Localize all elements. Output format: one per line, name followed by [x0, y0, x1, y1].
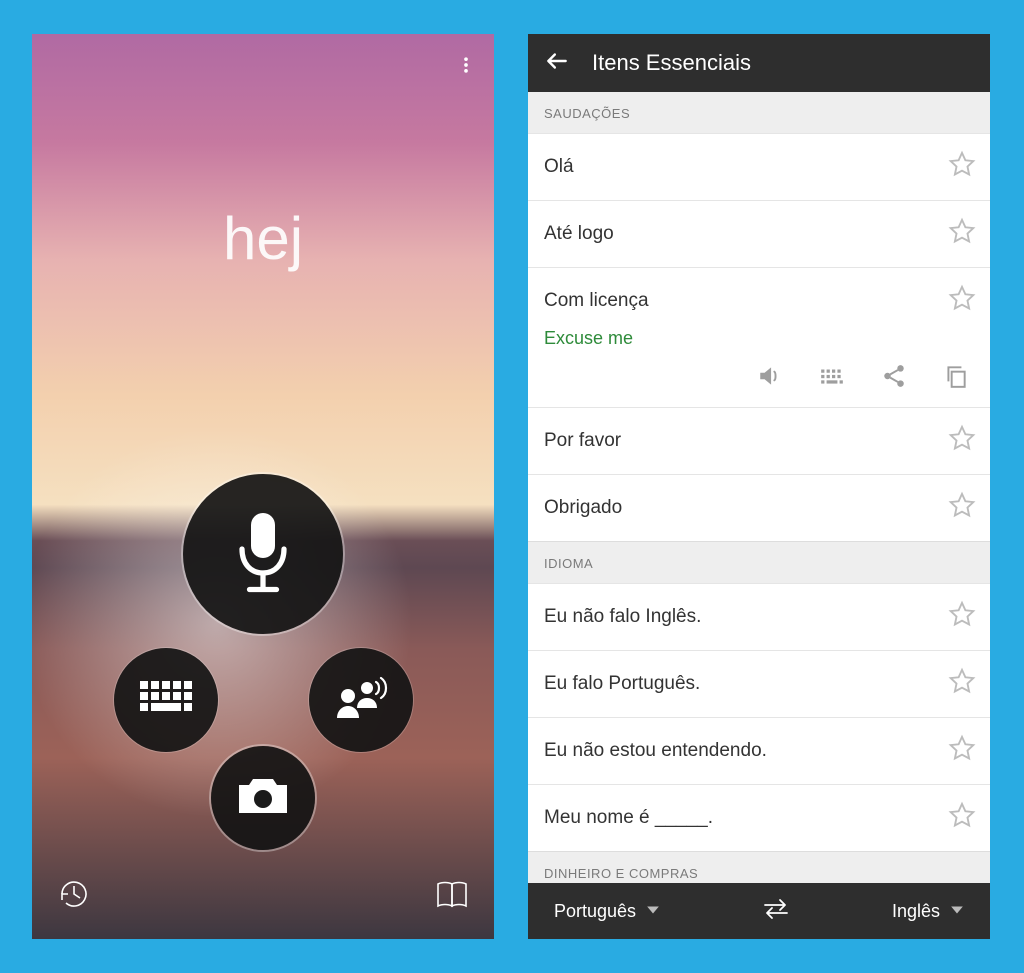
star-icon [948, 436, 976, 457]
language-to-selector[interactable]: Inglês [884, 895, 972, 928]
phrase-row[interactable]: Eu não falo Inglês. [528, 583, 990, 650]
favorite-button[interactable] [948, 284, 976, 318]
phrase-text: Eu não falo Inglês. [544, 606, 701, 628]
phrasebook-body[interactable]: SAUDAÇÕES Olá Até logo Com licença Excus… [528, 92, 990, 883]
phrase-row-expanded[interactable]: Com licença Excuse me [528, 267, 990, 407]
swap-languages-button[interactable] [761, 897, 791, 926]
share-button[interactable] [880, 365, 908, 393]
star-icon [948, 162, 976, 183]
keyboard-action-button[interactable] [818, 365, 846, 393]
chevron-down-icon [950, 901, 964, 922]
speaker-icon [757, 363, 783, 395]
arrow-left-icon [544, 61, 570, 78]
copy-button[interactable] [942, 365, 970, 393]
favorite-button[interactable] [948, 734, 976, 768]
more-vertical-icon [456, 67, 476, 84]
phrase-text: Olá [544, 156, 574, 178]
share-icon [881, 363, 907, 395]
people-talking-icon [331, 674, 391, 727]
star-icon [948, 746, 976, 767]
favorite-button[interactable] [948, 491, 976, 525]
phrasebook-header: Itens Essenciais [528, 34, 990, 92]
microphone-icon [226, 507, 300, 602]
microphone-button[interactable] [183, 474, 343, 634]
star-icon [948, 813, 976, 834]
translator-home-screen: hej [32, 34, 494, 939]
star-icon [948, 503, 976, 524]
phrase-text: Obrigado [544, 497, 622, 519]
star-icon [948, 296, 976, 317]
phrase-actions [544, 355, 976, 407]
section-header-money: DINHEIRO E COMPRAS [528, 851, 990, 883]
favorite-button[interactable] [948, 424, 976, 458]
copy-icon [943, 363, 969, 395]
keyboard-button[interactable] [114, 648, 218, 752]
star-icon [948, 612, 976, 633]
phrase-row[interactable]: Até logo [528, 200, 990, 267]
phrase-text: Até logo [544, 223, 614, 245]
swap-icon [761, 908, 791, 925]
language-to-label: Inglês [892, 901, 940, 922]
page-title: Itens Essenciais [592, 50, 751, 76]
phrase-row[interactable]: Meu nome é _____. [528, 784, 990, 851]
star-icon [948, 229, 976, 250]
phrase-row[interactable]: Olá [528, 133, 990, 200]
favorite-button[interactable] [948, 217, 976, 251]
chevron-down-icon [646, 901, 660, 922]
phrasebook-button[interactable] [432, 874, 472, 919]
history-icon [54, 901, 94, 918]
language-from-label: Português [554, 901, 636, 922]
speak-button[interactable] [756, 365, 784, 393]
phrase-text: Eu falo Português. [544, 673, 700, 695]
favorite-button[interactable] [948, 667, 976, 701]
favorite-button[interactable] [948, 801, 976, 835]
phrase-text: Meu nome é _____. [544, 807, 713, 829]
section-header-language: IDIOMA [528, 541, 990, 583]
phrase-row[interactable]: Por favor [528, 407, 990, 474]
history-button[interactable] [54, 874, 94, 919]
phrase-row[interactable]: Eu não estou entendendo. [528, 717, 990, 784]
phrasebook-screen: Itens Essenciais SAUDAÇÕES Olá Até logo … [528, 34, 990, 939]
favorite-button[interactable] [948, 600, 976, 634]
greeting-word: hej [32, 204, 494, 273]
camera-button[interactable] [211, 746, 315, 850]
phrase-text: Por favor [544, 430, 621, 452]
favorite-button[interactable] [948, 150, 976, 184]
phrase-translation: Excuse me [544, 328, 976, 355]
conversation-button[interactable] [309, 648, 413, 752]
phrase-row[interactable]: Eu falo Português. [528, 650, 990, 717]
star-icon [948, 679, 976, 700]
language-from-selector[interactable]: Português [546, 895, 668, 928]
book-icon [432, 901, 472, 918]
phrase-text: Com licença [544, 290, 649, 312]
phrase-row[interactable]: Obrigado [528, 474, 990, 541]
keyboard-icon [138, 679, 194, 722]
section-header-greetings: SAUDAÇÕES [528, 92, 990, 133]
back-button[interactable] [538, 38, 582, 89]
phrase-text: Eu não estou entendendo. [544, 740, 767, 762]
camera-icon [235, 773, 291, 824]
overflow-menu-button[interactable] [446, 40, 486, 95]
language-footer: Português Inglês [528, 883, 990, 939]
keyboard-icon [819, 363, 845, 395]
